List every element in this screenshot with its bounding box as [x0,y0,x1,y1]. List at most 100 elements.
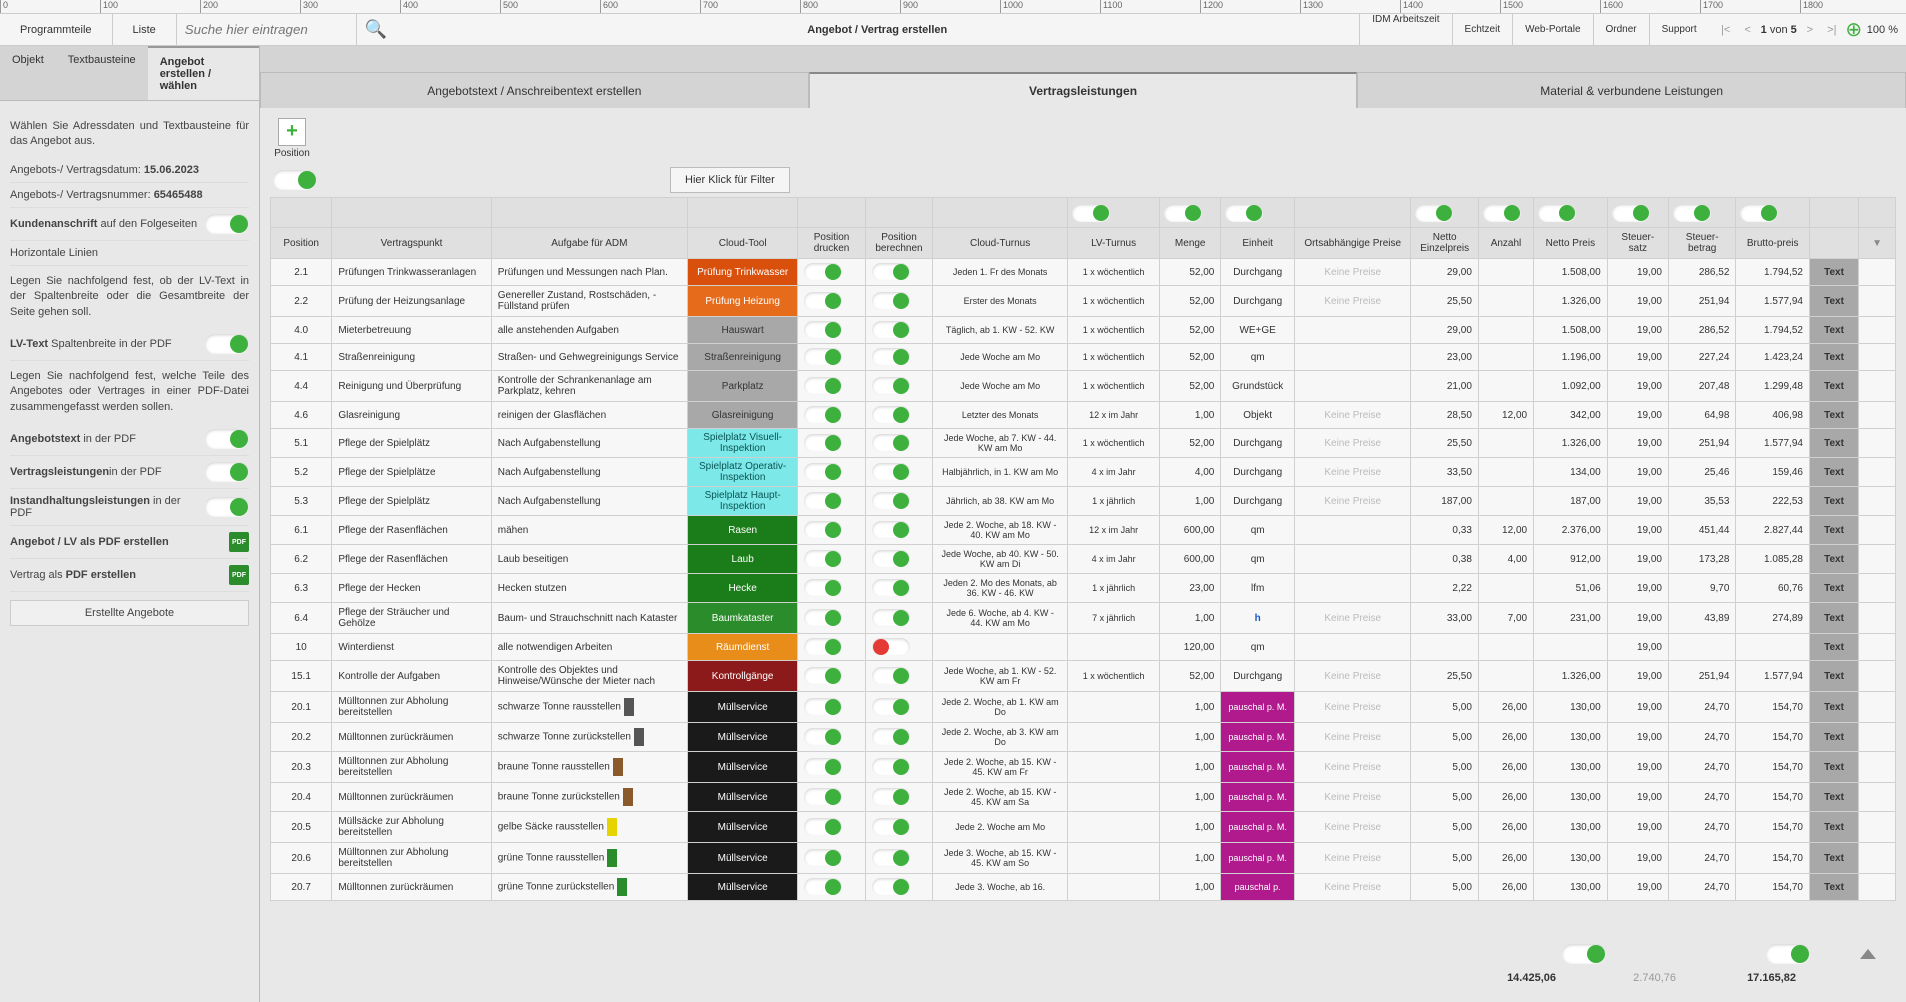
th-cloud-turnus[interactable]: Cloud-Turnus [933,228,1068,259]
th-anzahl[interactable]: Anzahl [1478,228,1533,259]
row-toggle-berechnen[interactable] [872,788,910,806]
cell-cloudtool[interactable]: Glasreinigung [687,402,797,429]
cell-cloudtool[interactable]: Prüfung Trinkwasser [687,259,797,286]
th-netto-ep[interactable]: Netto Einzelpreis [1411,228,1478,259]
instandhaltung-toggle[interactable] [205,497,249,517]
master-toggle-position[interactable] [273,170,317,190]
col-toggle-nep[interactable] [1415,204,1453,222]
table-row[interactable]: 20.4 Mülltonnen zurückräumen braune Tonn… [271,783,1896,812]
col-toggle-np[interactable] [1538,204,1576,222]
th-einheit[interactable]: Einheit [1221,228,1295,259]
row-text-button[interactable]: Text [1809,812,1858,843]
row-text-button[interactable]: Text [1809,545,1858,574]
row-text-button[interactable]: Text [1809,286,1858,317]
nav-prev-icon[interactable]: < [1739,21,1757,39]
nav-first-icon[interactable]: |< [1717,21,1735,39]
row-text-button[interactable]: Text [1809,692,1858,723]
webportale-button[interactable]: Web-Portale [1512,14,1592,45]
filter-button[interactable]: Hier Klick für Filter [670,167,790,193]
nav-next-icon[interactable]: > [1801,21,1819,39]
row-text-button[interactable]: Text [1809,317,1858,344]
scroll-up-icon[interactable] [1860,949,1876,959]
table-row[interactable]: 10 Winterdienst alle notwendigen Arbeite… [271,634,1896,661]
nav-last-icon[interactable]: >| [1823,21,1841,39]
table-row[interactable]: 15.1 Kontrolle der Aufgaben Kontrolle de… [271,661,1896,692]
row-text-button[interactable]: Text [1809,371,1858,402]
row-toggle-berechnen[interactable] [872,348,910,366]
cell-cloudtool[interactable]: Hecke [687,574,797,603]
table-row[interactable]: 2.1 Prüfungen Trinkwasseranlagen Prüfung… [271,259,1896,286]
cell-cloudtool[interactable]: Spielplatz Haupt-Inspektion [687,487,797,516]
th-steuersatz[interactable]: Steuer-satz [1607,228,1668,259]
cell-cloudtool[interactable]: Prüfung Heizung [687,286,797,317]
cell-cloudtool[interactable]: Müllservice [687,843,797,874]
lvtext-toggle[interactable] [205,334,249,354]
table-row[interactable]: 4.4 Reinigung und Überprüfung Kontrolle … [271,371,1896,402]
liste-button[interactable]: Liste [113,14,177,45]
col-toggle-ss[interactable] [1612,204,1650,222]
cell-cloudtool[interactable]: Müllservice [687,874,797,901]
col-toggle-menge[interactable] [1164,204,1202,222]
row-text-button[interactable]: Text [1809,487,1858,516]
row-text-button[interactable]: Text [1809,843,1858,874]
ordner-button[interactable]: Ordner [1593,14,1649,45]
footer-toggle-1[interactable] [1562,944,1606,964]
row-toggle-drucken[interactable] [804,434,842,452]
vertrag-pdf-button[interactable]: Vertrag Vertrag als PDF erstellenals PDF… [10,569,229,581]
footer-toggle-2[interactable] [1766,944,1810,964]
cell-cloudtool[interactable]: Hauswart [687,317,797,344]
th-vertragspunkt[interactable]: Vertragspunkt [332,228,491,259]
row-toggle-drucken[interactable] [804,292,842,310]
row-toggle-drucken[interactable] [804,638,842,656]
table-row[interactable]: 6.3 Pflege der Hecken Hecken stutzen Hec… [271,574,1896,603]
th-position[interactable]: Position [271,228,332,259]
row-toggle-berechnen[interactable] [872,434,910,452]
row-toggle-drucken[interactable] [804,878,842,896]
row-toggle-berechnen[interactable] [872,263,910,281]
vertragsleistungen-toggle[interactable] [205,462,249,482]
row-text-button[interactable]: Text [1809,516,1858,545]
row-toggle-drucken[interactable] [804,377,842,395]
cell-cloudtool[interactable]: Parkplatz [687,371,797,402]
table-row[interactable]: 4.6 Glasreinigung reinigen der Glasfläch… [271,402,1896,429]
table-row[interactable]: 20.7 Mülltonnen zurückräumen grüne Tonne… [271,874,1896,901]
row-toggle-berechnen[interactable] [872,849,910,867]
th-ortspreise[interactable]: Ortsabhängige Preise [1294,228,1411,259]
row-text-button[interactable]: Text [1809,344,1858,371]
th-netto-preis[interactable]: Netto Preis [1534,228,1608,259]
row-toggle-drucken[interactable] [804,406,842,424]
row-toggle-drucken[interactable] [804,609,842,627]
row-toggle-berechnen[interactable] [872,550,910,568]
row-toggle-drucken[interactable] [804,758,842,776]
table-row[interactable]: 5.1 Pflege der Spielplätz Nach Aufgabens… [271,429,1896,458]
cell-cloudtool[interactable]: Laub [687,545,797,574]
th-bruttopreis[interactable]: Brutto-preis [1736,228,1810,259]
th-steuerbetrag[interactable]: Steuer-betrag [1668,228,1735,259]
angebotstext-toggle[interactable] [205,429,249,449]
row-text-button[interactable]: Text [1809,661,1858,692]
cell-cloudtool[interactable]: Müllservice [687,692,797,723]
cell-cloudtool[interactable]: Müllservice [687,812,797,843]
row-toggle-drucken[interactable] [804,492,842,510]
col-toggle-bp[interactable] [1740,204,1778,222]
table-row[interactable]: 6.4 Pflege der Sträucher und Gehölze Bau… [271,603,1896,634]
th-cloudtool[interactable]: Cloud-Tool [687,228,797,259]
row-toggle-berechnen[interactable] [872,609,910,627]
row-toggle-drucken[interactable] [804,348,842,366]
row-toggle-drucken[interactable] [804,667,842,685]
cell-cloudtool[interactable]: Räumdienst [687,634,797,661]
search-input[interactable] [185,22,348,37]
echtzeit-button[interactable]: Echtzeit [1452,14,1513,45]
row-toggle-berechnen[interactable] [872,728,910,746]
th-lv-turnus[interactable]: LV-Turnus [1068,228,1160,259]
search-icon[interactable]: 🔍 [357,19,395,40]
col-toggle-einheit[interactable] [1225,204,1263,222]
erstellte-angebote-button[interactable]: Erstellte Angebote [10,600,249,626]
row-toggle-drucken[interactable] [804,698,842,716]
cell-cloudtool[interactable]: Müllservice [687,783,797,812]
row-toggle-drucken[interactable] [804,728,842,746]
row-toggle-berechnen[interactable] [872,292,910,310]
table-row[interactable]: 20.6 Mülltonnen zur Abholung bereitstell… [271,843,1896,874]
row-toggle-berechnen[interactable] [872,818,910,836]
th-pos-drucken[interactable]: Position drucken [798,228,865,259]
